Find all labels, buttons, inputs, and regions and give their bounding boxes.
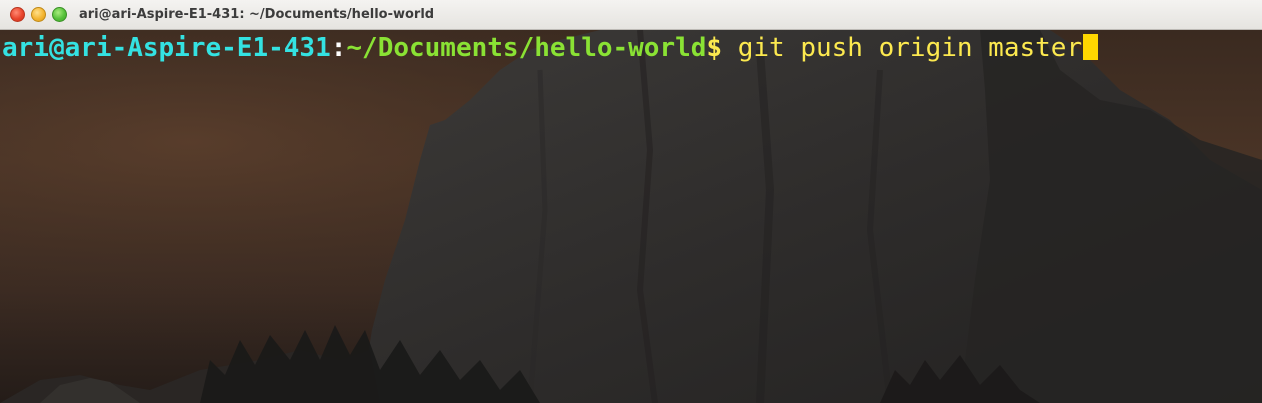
prompt-colon: : xyxy=(330,33,347,63)
minimize-icon[interactable] xyxy=(31,7,46,22)
prompt-line[interactable]: ari@ari-Aspire-E1-431:~/Documents/hello-… xyxy=(2,30,1099,66)
terminal-window: ari@ari-Aspire-E1-431: ~/Documents/hello… xyxy=(0,0,1262,403)
prompt-symbol: $ xyxy=(706,33,723,63)
wallpaper-background xyxy=(0,30,1262,403)
command-text: git push origin master xyxy=(722,33,1083,63)
prompt-path: ~/Documents/hello-world xyxy=(346,33,707,63)
maximize-icon[interactable] xyxy=(52,7,67,22)
prompt-user-host: ari@ari-Aspire-E1-431 xyxy=(2,33,331,63)
terminal-cursor xyxy=(1083,34,1099,60)
terminal-body[interactable]: ari@ari-Aspire-E1-431:~/Documents/hello-… xyxy=(0,30,1262,403)
close-icon[interactable] xyxy=(10,7,25,22)
title-bar[interactable]: ari@ari-Aspire-E1-431: ~/Documents/hello… xyxy=(0,0,1262,30)
window-title: ari@ari-Aspire-E1-431: ~/Documents/hello… xyxy=(79,7,435,22)
